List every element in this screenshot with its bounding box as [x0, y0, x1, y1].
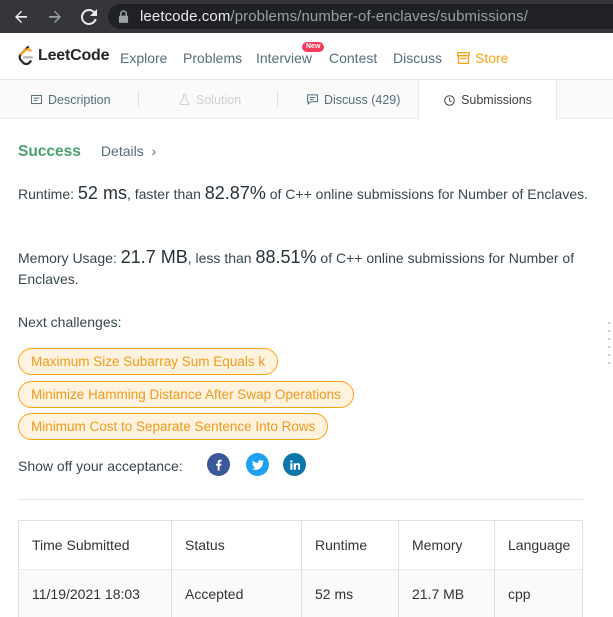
address-bar[interactable]: leetcode.com/problems/number-of-enclaves… [108, 4, 613, 29]
memory-value: 21.7 MB [120, 247, 188, 267]
tab-submissions[interactable]: Submissions [418, 80, 557, 120]
site-navbar: LeetCode Explore Problems Interview New … [0, 33, 613, 80]
share-label: Show off your acceptance: [18, 458, 183, 474]
tab-discuss[interactable]: Discuss (429) [306, 80, 400, 119]
store-label: Store [475, 50, 509, 66]
tab-solution-label: Solution [196, 92, 242, 107]
clock-icon [443, 94, 455, 106]
nav-problems[interactable]: Problems [183, 50, 242, 66]
nav-explore[interactable]: Explore [120, 50, 167, 66]
problem-tabs: Description Solution Discuss (429) Submi… [0, 80, 613, 120]
header-memory[interactable]: Memory [399, 521, 494, 569]
splitter-handle[interactable] [608, 322, 611, 364]
tab-submissions-label: Submissions [461, 93, 532, 107]
back-arrow-icon[interactable] [12, 8, 30, 26]
header-language[interactable]: Language [495, 521, 583, 569]
status-row: Success Details › [18, 143, 156, 161]
challenge-pill[interactable]: Minimum Cost to Separate Sentence Into R… [18, 413, 329, 440]
runtime-value: 52 ms [77, 183, 127, 203]
runtime-summary: Runtime: 52 ms, faster than 82.87% of C+… [18, 183, 588, 205]
twitter-icon[interactable] [246, 453, 269, 476]
runtime-percentile: 82.87% [204, 183, 266, 203]
lock-icon [118, 10, 130, 24]
cell-time-submitted: 11/19/2021 18:03 [32, 585, 140, 602]
header-status[interactable]: Status [172, 521, 301, 569]
flask-icon [178, 94, 190, 106]
cell-status-accepted[interactable]: Accepted [172, 570, 301, 617]
tab-description-label: Description [48, 92, 111, 107]
leetcode-logo-icon [18, 46, 34, 66]
cell-memory: 21.7 MB [412, 585, 465, 602]
nav-contest[interactable]: Contest [329, 50, 377, 66]
discuss-icon [306, 94, 318, 106]
header-time-submitted[interactable]: Time Submitted [19, 521, 171, 569]
nav-discuss[interactable]: Discuss [393, 50, 442, 66]
next-challenges-label: Next challenges: [18, 314, 122, 330]
details-label: Details [100, 143, 144, 159]
runtime-tail: of C++ online submissions for Number of … [269, 186, 588, 202]
runtime-label: Runtime: [18, 186, 75, 202]
nav-store[interactable]: Store [457, 50, 508, 66]
forward-arrow-icon[interactable] [46, 8, 64, 26]
memory-compare: , less than [187, 250, 252, 266]
header-runtime[interactable]: Runtime [302, 521, 398, 569]
new-badge: New [302, 42, 325, 52]
challenge-pill[interactable]: Minimize Hamming Distance After Swap Ope… [18, 381, 354, 408]
linkedin-icon[interactable] [283, 453, 306, 476]
tab-solution[interactable]: Solution [178, 80, 241, 119]
section-divider [18, 499, 583, 500]
memory-label: Memory Usage: [18, 250, 117, 266]
memory-percentile: 88.51% [255, 247, 317, 267]
url-text: leetcode.com/problems/number-of-enclaves… [140, 8, 528, 25]
facebook-icon[interactable] [207, 453, 230, 476]
browser-toolbar: leetcode.com/problems/number-of-enclaves… [0, 0, 613, 33]
description-icon [30, 94, 42, 106]
memory-summary: Memory Usage: 21.7 MB, less than 88.51% … [18, 247, 588, 290]
tab-divider [138, 91, 139, 108]
submissions-table: Time Submitted Status Runtime Memory Lan… [18, 520, 583, 617]
tab-description[interactable]: Description [30, 80, 111, 119]
tab-discuss-label: Discuss (429) [324, 92, 401, 107]
cell-runtime: 52 ms [315, 585, 354, 602]
result-status: Success [18, 143, 81, 160]
runtime-compare: , faster than [126, 186, 201, 202]
cell-language: cpp [508, 585, 531, 602]
leetcode-logo[interactable]: LeetCode [17, 46, 110, 66]
tab-divider [277, 91, 278, 108]
chevron-right-icon: › [151, 143, 157, 159]
reload-icon[interactable] [80, 8, 98, 26]
brand-name: LeetCode [38, 47, 110, 64]
store-icon [457, 52, 470, 64]
nav-interview[interactable]: Interview [256, 50, 312, 66]
challenge-pill[interactable]: Maximum Size Subarray Sum Equals k [18, 348, 279, 375]
details-link[interactable]: Details › [101, 143, 156, 159]
